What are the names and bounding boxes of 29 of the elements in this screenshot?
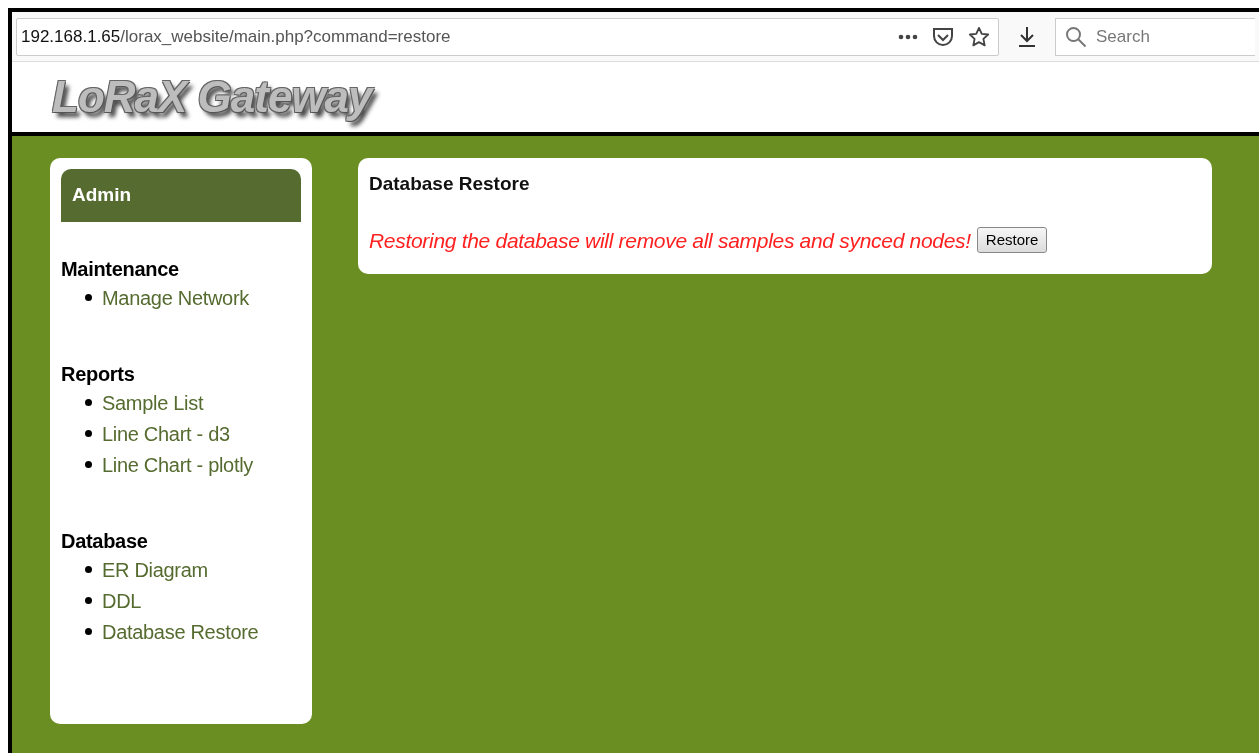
sidebar-link[interactable]: Manage Network xyxy=(102,282,249,313)
sidebar-link[interactable]: Line Chart - d3 xyxy=(102,418,230,449)
bullet-icon xyxy=(85,430,92,437)
section-heading: Database xyxy=(61,529,149,554)
search-field[interactable]: Search xyxy=(1055,17,1255,56)
search-icon xyxy=(1065,25,1087,48)
warning-message: Restoring the database will remove all samples and synced nodes! xyxy=(369,227,971,254)
bullet-icon xyxy=(85,399,92,406)
download-icon[interactable] xyxy=(1017,25,1037,48)
bullet-icon xyxy=(85,628,92,635)
sidebar-link[interactable]: Database Restore xyxy=(102,616,259,647)
content-title: Database Restore xyxy=(369,172,531,196)
sidebar-link[interactable]: Sample List xyxy=(102,387,204,418)
sidebar-link[interactable]: Line Chart - plotly xyxy=(102,449,254,480)
more-icon[interactable] xyxy=(898,33,918,40)
sidebar-link[interactable]: ER Diagram xyxy=(102,554,208,585)
sidebar-title: Admin xyxy=(72,183,132,208)
bullet-icon xyxy=(85,597,92,604)
star-icon[interactable] xyxy=(968,25,990,48)
restore-button[interactable]: Restore xyxy=(976,227,1048,254)
bullet-icon xyxy=(85,294,92,301)
url-text: 192.168.1.65/lorax_website/main.php?command=restore xyxy=(21,25,451,48)
address-bar[interactable]: 192.168.1.65/lorax_website/main.php?command=restore xyxy=(16,17,999,56)
bullet-icon xyxy=(85,461,92,468)
section-heading: Maintenance xyxy=(61,257,180,282)
bullet-icon xyxy=(85,566,92,573)
sidebar-link[interactable]: DDL xyxy=(102,585,142,616)
section-heading: Reports xyxy=(61,362,136,387)
pocket-icon[interactable] xyxy=(932,26,954,47)
